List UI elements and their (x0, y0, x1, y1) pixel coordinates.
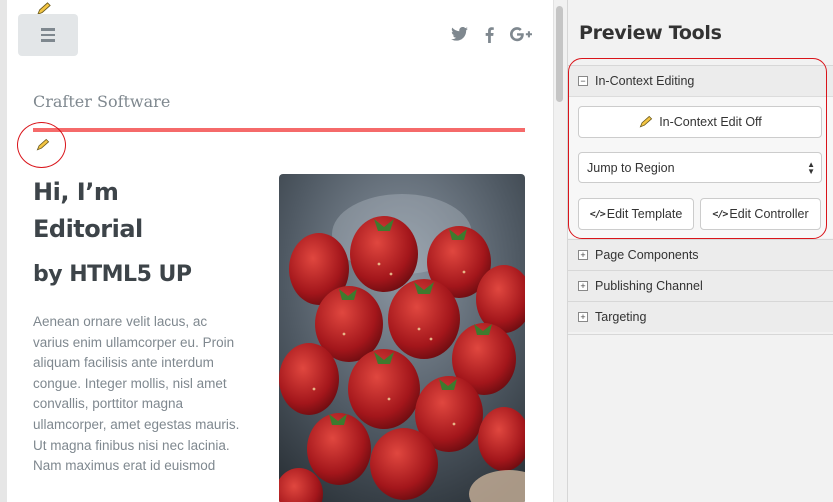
jump-to-region-select[interactable]: Jump to Region ▲ ▼ (578, 152, 822, 183)
edit-controller-button[interactable]: </> Edit Controller (700, 198, 821, 230)
section-in-context-editing[interactable]: − In-Context Editing (568, 65, 833, 96)
code-icon: </> (589, 208, 606, 220)
select-value: Jump to Region (587, 160, 675, 175)
pencil-icon (639, 115, 653, 128)
section-label: Targeting (595, 310, 647, 324)
section-publishing-channel[interactable]: + Publishing Channel (568, 270, 833, 301)
hero-title: Hi, I’m Editorial (33, 178, 143, 243)
collapse-icon[interactable]: − (578, 76, 588, 86)
strawberries-image (279, 174, 525, 502)
twitter-icon[interactable] (451, 27, 468, 41)
hero-subtitle: by HTML5 UP (33, 262, 192, 287)
preview-tools-panel: Preview Tools − In-Context Editing In-Co… (567, 0, 833, 502)
preview-scrollbar-thumb[interactable] (556, 6, 563, 102)
menu-bar-icon (41, 28, 55, 31)
facebook-icon[interactable] (485, 27, 494, 43)
button-label: Edit Template (606, 207, 683, 221)
section-label: In-Context Editing (595, 74, 695, 88)
expand-icon[interactable]: + (578, 250, 588, 260)
section-label: Publishing Channel (595, 279, 703, 293)
google-plus-icon[interactable] (510, 27, 532, 42)
section-page-components[interactable]: + Page Components (568, 239, 833, 270)
code-icon: </> (712, 208, 728, 220)
section-targeting[interactable]: + Targeting (568, 301, 833, 332)
expand-icon[interactable]: + (578, 281, 588, 291)
select-arrows-icon: ▲ ▼ (807, 160, 815, 176)
panel-divider (568, 334, 833, 335)
menu-button[interactable] (18, 14, 78, 56)
header-divider (33, 128, 525, 132)
expand-icon[interactable]: + (578, 312, 588, 322)
hero-body-text: Aenean ornare velit lacus, ac varius eni… (33, 314, 240, 474)
panel-title: Preview Tools (579, 22, 722, 44)
menu-bar-icon (41, 33, 55, 37)
button-label: Edit Controller (729, 207, 809, 221)
section-label: Page Components (595, 248, 699, 262)
pencil-icon[interactable] (35, 138, 51, 152)
button-label: In-Context Edit Off (659, 115, 762, 129)
site-preview-frame: Crafter Software Hi, I’m Editorial by HT… (0, 0, 553, 502)
site-name[interactable]: Crafter Software (33, 92, 170, 111)
menu-bar-icon (41, 39, 55, 42)
edit-template-button[interactable]: </> Edit Template (578, 198, 694, 230)
in-context-edit-toggle-button[interactable]: In-Context Edit Off (578, 106, 822, 138)
